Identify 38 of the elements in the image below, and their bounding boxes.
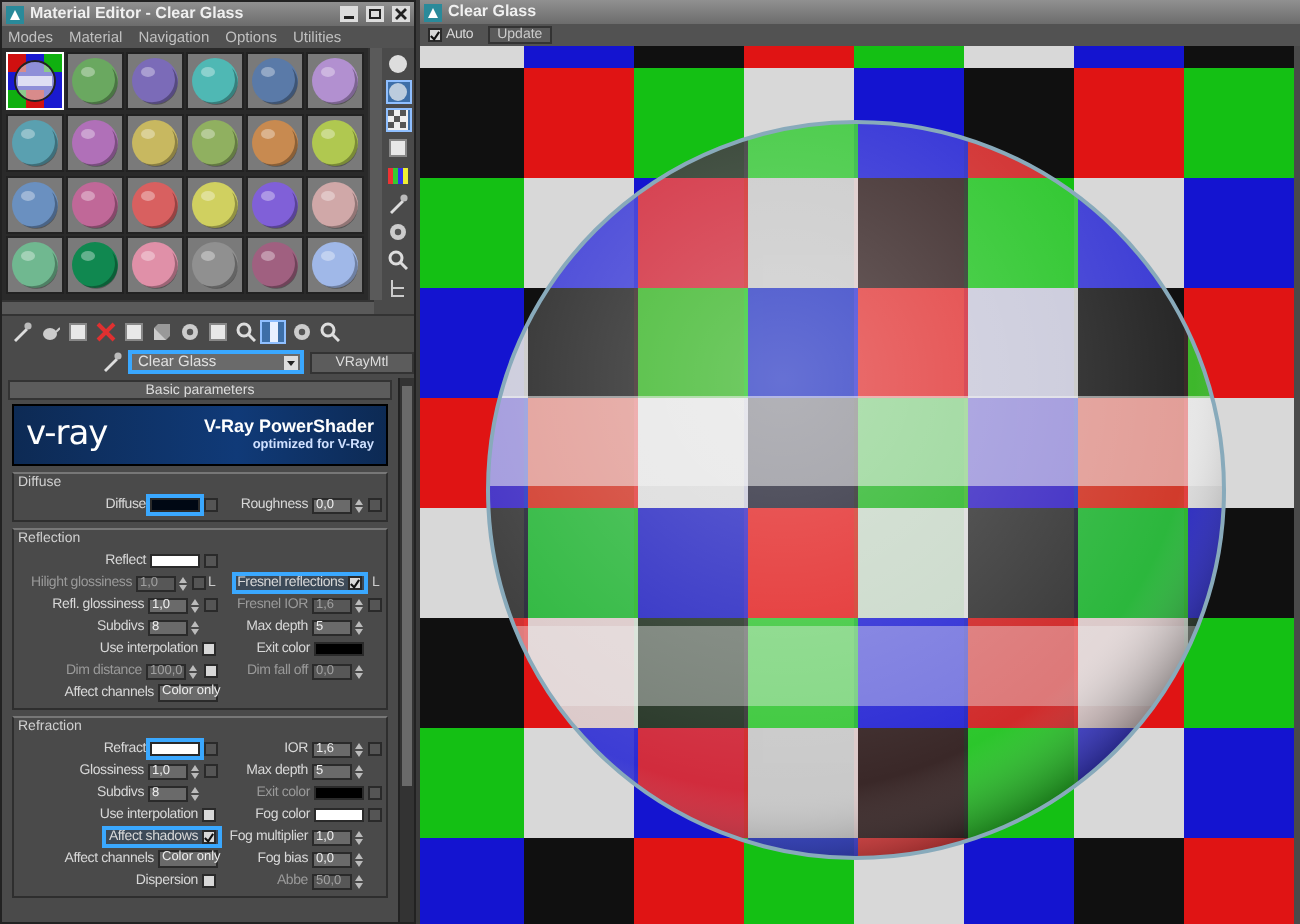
vray-logo: v-ray bbox=[26, 418, 108, 452]
maximize-icon[interactable] bbox=[366, 6, 384, 22]
window-title: Clear Glass bbox=[448, 4, 537, 20]
dropdown-arrow-icon[interactable] bbox=[284, 355, 298, 369]
check-icon bbox=[350, 577, 360, 589]
color-swatch[interactable] bbox=[150, 742, 200, 756]
spinner-arrows-icon[interactable] bbox=[190, 763, 200, 779]
close-icon[interactable] bbox=[392, 6, 410, 22]
color-swatch[interactable] bbox=[150, 498, 200, 512]
spinner-arrows-icon[interactable] bbox=[354, 497, 364, 513]
spinner-arrows-icon[interactable] bbox=[354, 873, 364, 889]
spinner-arrows-icon[interactable] bbox=[190, 619, 200, 635]
window-title: Material Editor - Clear Glass bbox=[30, 6, 244, 22]
scrollbar[interactable] bbox=[398, 378, 414, 922]
check-icon bbox=[204, 831, 214, 843]
spinner-arrows-icon[interactable] bbox=[188, 663, 198, 679]
sphere-preview bbox=[8, 54, 62, 108]
spinner-arrows-icon[interactable] bbox=[354, 619, 364, 635]
scrollbar[interactable] bbox=[368, 48, 383, 300]
spinner-arrows-icon[interactable] bbox=[354, 741, 364, 757]
banner-title: V-Ray PowerShader bbox=[203, 417, 374, 436]
color-swatch[interactable] bbox=[314, 808, 364, 822]
spinner-arrows-icon[interactable] bbox=[354, 597, 364, 613]
spinner-arrows-icon[interactable] bbox=[178, 575, 188, 591]
spinner-arrows-icon[interactable] bbox=[354, 763, 364, 779]
spinner-arrows-icon[interactable] bbox=[190, 785, 200, 801]
app-icon bbox=[424, 3, 442, 21]
check-icon bbox=[430, 29, 440, 41]
color-swatch[interactable] bbox=[314, 642, 364, 656]
spinner-arrows-icon[interactable] bbox=[354, 829, 364, 845]
color-swatch[interactable] bbox=[150, 554, 200, 568]
scrollbar[interactable] bbox=[2, 300, 374, 314]
minimize-icon[interactable] bbox=[340, 6, 358, 22]
eyedropper-icon[interactable] bbox=[102, 352, 122, 372]
app-icon bbox=[6, 5, 24, 23]
spinner-arrows-icon[interactable] bbox=[354, 663, 364, 679]
spinner-arrows-icon[interactable] bbox=[354, 851, 364, 867]
spinner-arrows-icon[interactable] bbox=[190, 597, 200, 613]
